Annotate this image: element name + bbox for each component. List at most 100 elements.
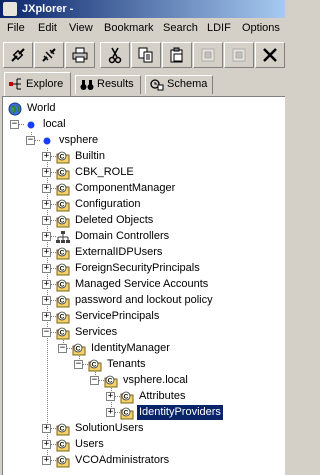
dot-icon bbox=[40, 134, 54, 148]
delete-icon bbox=[263, 48, 277, 62]
paste-alias-button[interactable] bbox=[224, 42, 254, 68]
tree-node-label[interactable]: VCOAdministrators bbox=[73, 453, 171, 468]
connect-button[interactable] bbox=[3, 42, 33, 68]
tab-explore-label: Explore bbox=[26, 78, 64, 90]
tree-expander-domain-controllers[interactable]: + bbox=[42, 232, 51, 241]
tree-node-label[interactable]: ServicePrincipals bbox=[73, 309, 161, 324]
tree-expander-attributes[interactable]: + bbox=[106, 392, 115, 401]
tree-expander-builtin[interactable]: + bbox=[42, 152, 51, 161]
container-icon: C bbox=[56, 198, 70, 212]
tree-node-label[interactable]: ForeignSecurityPrincipals bbox=[73, 261, 202, 276]
tree-expander-vsphere[interactable]: − bbox=[26, 136, 35, 145]
menu-search[interactable]: Search bbox=[163, 22, 198, 34]
container-icon: C bbox=[56, 278, 70, 292]
tree-node-label[interactable]: IdentityManager bbox=[89, 341, 172, 356]
tree-expander-componentmanager[interactable]: + bbox=[42, 184, 51, 193]
copy-dn-button[interactable] bbox=[162, 42, 192, 68]
tree-node-label[interactable]: Domain Controllers bbox=[73, 229, 171, 244]
tree-node-label[interactable]: local bbox=[41, 117, 68, 132]
paste-icon bbox=[201, 48, 215, 62]
toolbar bbox=[0, 40, 285, 70]
tree-node-label[interactable]: ComponentManager bbox=[73, 181, 177, 196]
print-icon bbox=[72, 47, 88, 63]
tree-node-label[interactable]: password and lockout policy bbox=[73, 293, 215, 308]
tab-results-label: Results bbox=[97, 78, 134, 90]
tree-node-label[interactable]: Services bbox=[73, 325, 119, 340]
tab-schema-label: Schema bbox=[167, 78, 208, 90]
svg-text:C: C bbox=[76, 346, 81, 353]
tree-expander-solutionusers[interactable]: + bbox=[42, 424, 51, 433]
svg-text:C: C bbox=[124, 394, 129, 401]
copy-button[interactable] bbox=[131, 42, 161, 68]
svg-text:C: C bbox=[60, 202, 65, 209]
tree-node-label[interactable]: World bbox=[25, 101, 58, 116]
svg-text:C: C bbox=[60, 442, 65, 449]
menu-edit[interactable]: Edit bbox=[38, 22, 57, 34]
menu-view[interactable]: View bbox=[69, 22, 93, 34]
container-icon: C bbox=[56, 182, 70, 196]
menu-options[interactable]: Options bbox=[242, 22, 280, 34]
paste-alias-icon bbox=[232, 48, 246, 62]
svg-text:C: C bbox=[60, 266, 65, 273]
tab-strip: Explore Results Schema bbox=[0, 72, 285, 96]
tree-expander-deleted-objects[interactable]: + bbox=[42, 216, 51, 225]
tree-expander-tenants[interactable]: − bbox=[74, 360, 83, 369]
menu-ldif[interactable]: LDIF bbox=[207, 22, 231, 34]
title-bar: JXplorer - bbox=[0, 0, 285, 18]
container-icon: C bbox=[56, 166, 70, 180]
tree-expander-vsphere-local[interactable]: − bbox=[90, 376, 99, 385]
tree-expander-externalidpusers[interactable]: + bbox=[42, 248, 51, 257]
tree-node-label[interactable]: vsphere bbox=[57, 133, 100, 148]
svg-text:C: C bbox=[60, 218, 65, 225]
tree-expander-managed-service-accounts[interactable]: + bbox=[42, 280, 51, 289]
tree-expander-serviceprincipals[interactable]: + bbox=[42, 312, 51, 321]
dot-icon bbox=[24, 118, 38, 132]
menu-file[interactable]: File bbox=[7, 22, 25, 34]
tree-expander-local[interactable]: − bbox=[10, 120, 19, 129]
tree-node-label[interactable]: CBK_ROLE bbox=[73, 165, 136, 180]
tree-node-label[interactable]: ExternalIDPUsers bbox=[73, 245, 164, 260]
copy-icon bbox=[138, 47, 153, 63]
tree-node-label[interactable]: SolutionUsers bbox=[73, 421, 145, 436]
container-icon: C bbox=[88, 358, 102, 372]
container-icon: C bbox=[56, 214, 70, 228]
print-button[interactable] bbox=[65, 42, 95, 68]
tree-expander-identitymanager[interactable]: − bbox=[58, 344, 67, 353]
copy-dn-icon bbox=[170, 47, 183, 63]
menu-bookmark[interactable]: Bookmark bbox=[104, 22, 154, 34]
binoculars-icon bbox=[80, 80, 94, 90]
tree-node-label[interactable]: Tenants bbox=[105, 357, 148, 372]
svg-text:C: C bbox=[60, 250, 65, 257]
svg-text:C: C bbox=[92, 362, 97, 369]
tree-expander-configuration[interactable]: + bbox=[42, 200, 51, 209]
tree-node-label[interactable]: Configuration bbox=[73, 197, 142, 212]
tab-schema[interactable]: Schema bbox=[145, 75, 213, 94]
tree-node-label[interactable]: Users bbox=[73, 437, 106, 452]
tree-expander-identityproviders[interactable]: + bbox=[106, 408, 115, 417]
disconnect-button[interactable] bbox=[34, 42, 64, 68]
tree-expander-services[interactable]: − bbox=[42, 328, 51, 337]
tree-expander-password-and-lockout-policy[interactable]: + bbox=[42, 296, 51, 305]
container-icon: C bbox=[56, 150, 70, 164]
container-icon: C bbox=[120, 406, 134, 420]
tree-node-label[interactable]: Builtin bbox=[73, 149, 107, 164]
tab-results[interactable]: Results bbox=[75, 75, 141, 94]
container-icon: C bbox=[56, 294, 70, 308]
tree-expander-users[interactable]: + bbox=[42, 440, 51, 449]
tree-expander-cbk-role[interactable]: + bbox=[42, 168, 51, 177]
tab-explore[interactable]: Explore bbox=[4, 72, 71, 96]
tree-expander-foreignsecurityprincipals[interactable]: + bbox=[42, 264, 51, 273]
svg-text:C: C bbox=[60, 314, 65, 321]
paste-button[interactable] bbox=[193, 42, 223, 68]
tree-expander-vcoadministrators[interactable]: + bbox=[42, 456, 51, 465]
tree-node-label[interactable]: vsphere.local bbox=[121, 373, 190, 388]
cut-button[interactable] bbox=[100, 42, 130, 68]
tree-node-label[interactable]: IdentityProviders bbox=[136, 404, 224, 421]
tree-node-label[interactable]: Managed Service Accounts bbox=[73, 277, 210, 292]
tree-node-label[interactable]: Attributes bbox=[137, 389, 187, 404]
delete-button[interactable] bbox=[255, 42, 285, 68]
directory-tree[interactable]: World − local − vsphere + C Builtin + C CBK_ROLE + C… bbox=[2, 96, 285, 475]
connect-icon bbox=[11, 48, 25, 62]
tree-node-label[interactable]: Deleted Objects bbox=[73, 213, 155, 228]
network-icon bbox=[56, 230, 70, 244]
